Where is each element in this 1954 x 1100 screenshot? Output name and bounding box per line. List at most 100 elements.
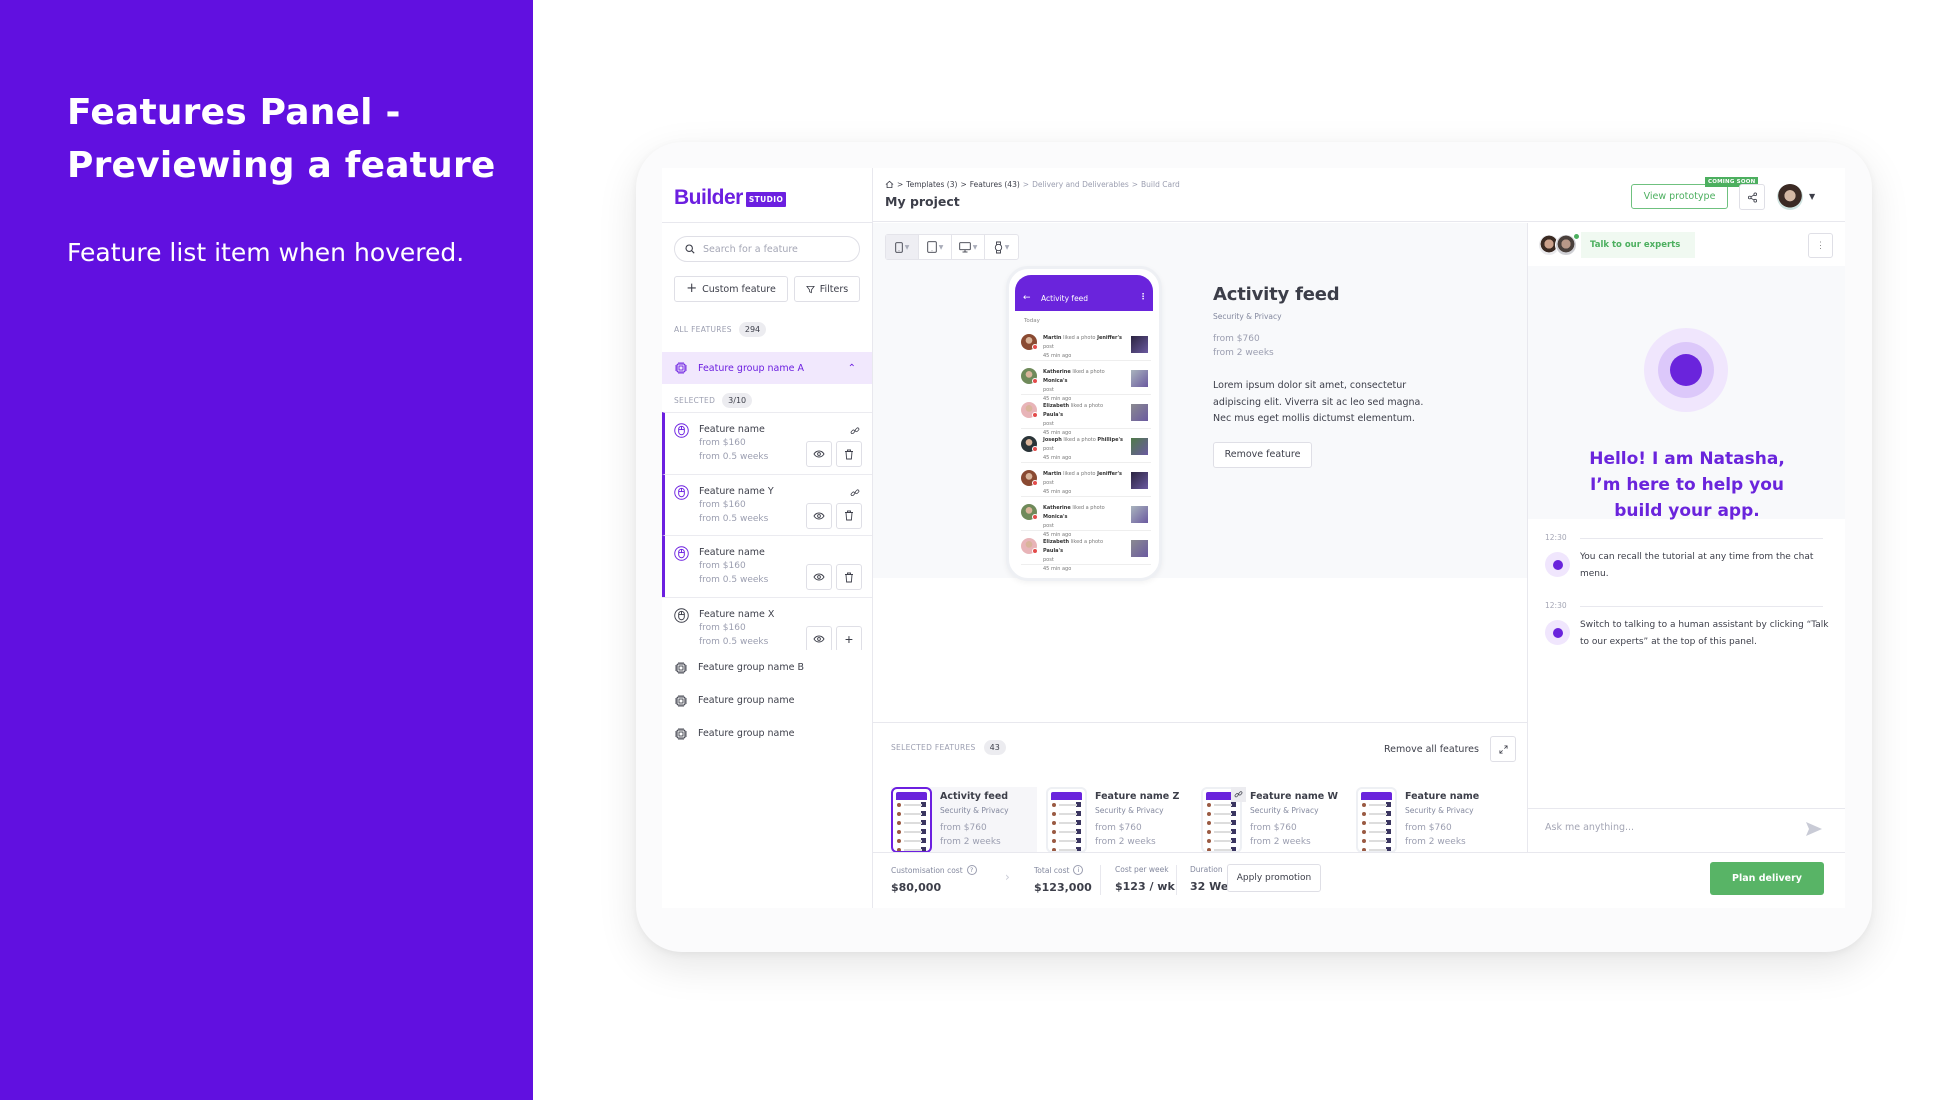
remove-feature-button[interactable]	[836, 441, 862, 467]
phone-icon	[894, 241, 903, 253]
breadcrumb: > Templates (3) > Features (43) > Delivery an…	[885, 180, 1180, 189]
selected-feature-card[interactable]: Feature name W Security & Privacy from $76…	[1201, 787, 1347, 853]
selected-feature-card[interactable]: Feature name Z Security & Privacy from $76…	[1046, 787, 1192, 853]
card-feature-category: Security & Privacy	[940, 806, 1009, 815]
help-icon[interactable]: ?	[966, 865, 977, 875]
feature-thumbnail	[1046, 787, 1087, 853]
heart-icon	[1032, 446, 1038, 452]
preview-feature-button[interactable]	[806, 441, 832, 467]
feature-thumbnail	[891, 787, 932, 853]
card-feature-category: Security & Privacy	[1095, 806, 1164, 815]
logo-badge: STUDIO	[745, 191, 787, 207]
cost-per-week: Cost per week $123 / wk	[1115, 865, 1175, 893]
user-avatar[interactable]	[1777, 184, 1803, 210]
device-tablet[interactable]: ▼	[919, 235, 952, 259]
card-feature-category: Security & Privacy	[1405, 806, 1474, 815]
mouse-icon	[674, 484, 689, 500]
feed-suffix: post	[1043, 344, 1054, 350]
plan-delivery-button[interactable]: Plan delivery	[1710, 862, 1824, 895]
feed-action: liked a photo	[1070, 505, 1105, 511]
talk-to-experts-label: Talk to our experts	[1581, 232, 1695, 258]
chat-messages: 12:30 You can recall the tutorial at any …	[1528, 531, 1845, 667]
feed-actor: Joseph	[1043, 437, 1062, 443]
device-phone[interactable]: ▼	[886, 235, 919, 259]
feed-item: Martin liked a photo Jeniffer's post 45 mi…	[1021, 327, 1151, 361]
message-text: You can recall the tutorial at any time …	[1580, 552, 1814, 579]
feed-target: Jeniffer's	[1097, 335, 1123, 341]
add-feature-button[interactable]: +	[836, 625, 862, 650]
divider	[662, 222, 873, 223]
device-desktop[interactable]: ▼	[952, 235, 985, 259]
feed-thumbnail	[1131, 472, 1148, 489]
chip-icon	[675, 362, 687, 374]
feed-item: Martin liked a photo Jeniffer's post 45 mi…	[1021, 463, 1151, 497]
feed-thumbnail	[1131, 540, 1148, 557]
thumbnail-row	[1052, 811, 1081, 818]
caret-down-icon[interactable]: ▼	[1809, 192, 1815, 201]
chat-message: 12:30 You can recall the tutorial at any …	[1528, 531, 1845, 599]
caret-down-icon: ▼	[1004, 243, 1010, 251]
eye-icon	[813, 512, 825, 519]
mouse-icon	[674, 607, 689, 623]
feature-search[interactable]	[674, 236, 860, 262]
view-prototype-button[interactable]: View prototype	[1631, 184, 1728, 209]
remove-feature-button[interactable]	[836, 502, 862, 529]
feature-price: from $160	[699, 438, 746, 448]
feed-target: Jeniffer's	[1097, 471, 1123, 477]
feature-group[interactable]: Feature group name B	[662, 651, 872, 684]
feed-suffix: post	[1043, 480, 1054, 486]
feature-list-item[interactable]: Feature name X from $160 from 0.5 weeks +	[662, 596, 872, 650]
feed-suffix: post	[1043, 557, 1054, 563]
breadcrumb-item[interactable]: Templates (3)	[906, 180, 957, 189]
breadcrumb-item[interactable]: Build Card	[1141, 180, 1180, 189]
selected-feature-card[interactable]: Feature name Security & Privacy from $760 f…	[1356, 787, 1502, 853]
trash-icon	[845, 572, 853, 582]
natasha-avatar-icon	[1545, 552, 1570, 577]
selected-feature-card[interactable]: Activity feed Security & Privacy from $760…	[891, 787, 1037, 853]
share-button[interactable]	[1739, 184, 1765, 210]
chevron-up-icon[interactable]: ⌃	[848, 363, 856, 374]
custom-feature-button[interactable]: + Custom feature	[674, 276, 788, 302]
thumbnail-row	[1052, 820, 1081, 827]
talk-to-experts-button[interactable]: Talk to our experts	[1538, 232, 1695, 258]
cost-per-week-value: $123 / wk	[1115, 880, 1175, 893]
heart-icon	[1032, 412, 1038, 418]
linked-feature-indicator[interactable]	[1231, 787, 1246, 802]
feature-list-item[interactable]: Feature name from $160 from 0.5 weeks	[662, 412, 872, 474]
preview-feature-button[interactable]	[806, 564, 832, 590]
preview-feature-button[interactable]	[806, 625, 832, 650]
feature-list-item[interactable]: Feature name from $160 from 0.5 weeks	[662, 535, 872, 597]
thumbnail-app-bar	[1051, 792, 1082, 800]
feature-duration: from 0.5 weeks	[699, 452, 769, 462]
plus-icon: +	[844, 630, 854, 647]
search-input[interactable]	[703, 243, 843, 255]
remove-all-features-link[interactable]: Remove all features	[1384, 744, 1479, 755]
device-watch[interactable]: ▼	[985, 235, 1018, 259]
linked-feature-indicator[interactable]	[850, 483, 860, 502]
link-icon[interactable]	[1234, 790, 1243, 799]
linked-feature-indicator[interactable]	[850, 421, 860, 440]
link-icon[interactable]	[850, 426, 860, 436]
link-icon[interactable]	[850, 488, 860, 498]
feed-action: liked a photo	[1061, 335, 1098, 341]
preview-feature-button[interactable]	[806, 502, 832, 529]
feature-group[interactable]: Feature group name	[662, 717, 872, 750]
home-icon[interactable]	[885, 180, 894, 189]
chat-input[interactable]	[1545, 822, 1775, 833]
builder-studio-logo[interactable]: Builder STUDIO	[674, 186, 787, 210]
intro-subtitle: Feature list item when hovered.	[67, 238, 465, 267]
apply-promotion-button[interactable]: Apply promotion	[1227, 864, 1321, 892]
chat-menu-button[interactable]: ⋮	[1808, 233, 1833, 258]
breadcrumb-item[interactable]: Delivery and Deliverables	[1032, 180, 1129, 189]
remove-feature-button[interactable]	[836, 564, 862, 590]
feed-thumbnail	[1131, 438, 1148, 455]
send-icon[interactable]	[1805, 821, 1823, 837]
feature-group-a[interactable]: Feature group name A ⌃	[662, 352, 872, 384]
info-icon[interactable]: i	[1073, 865, 1084, 875]
remove-feature-button[interactable]: Remove feature	[1213, 441, 1312, 468]
filters-button[interactable]: Filters	[794, 276, 860, 302]
breadcrumb-item[interactable]: Features (43)	[970, 180, 1020, 189]
expand-button[interactable]	[1490, 736, 1516, 762]
feature-group[interactable]: Feature group name	[662, 684, 872, 717]
feature-list-item[interactable]: Feature name Y from $160 from 0.5 weeks	[662, 473, 872, 535]
